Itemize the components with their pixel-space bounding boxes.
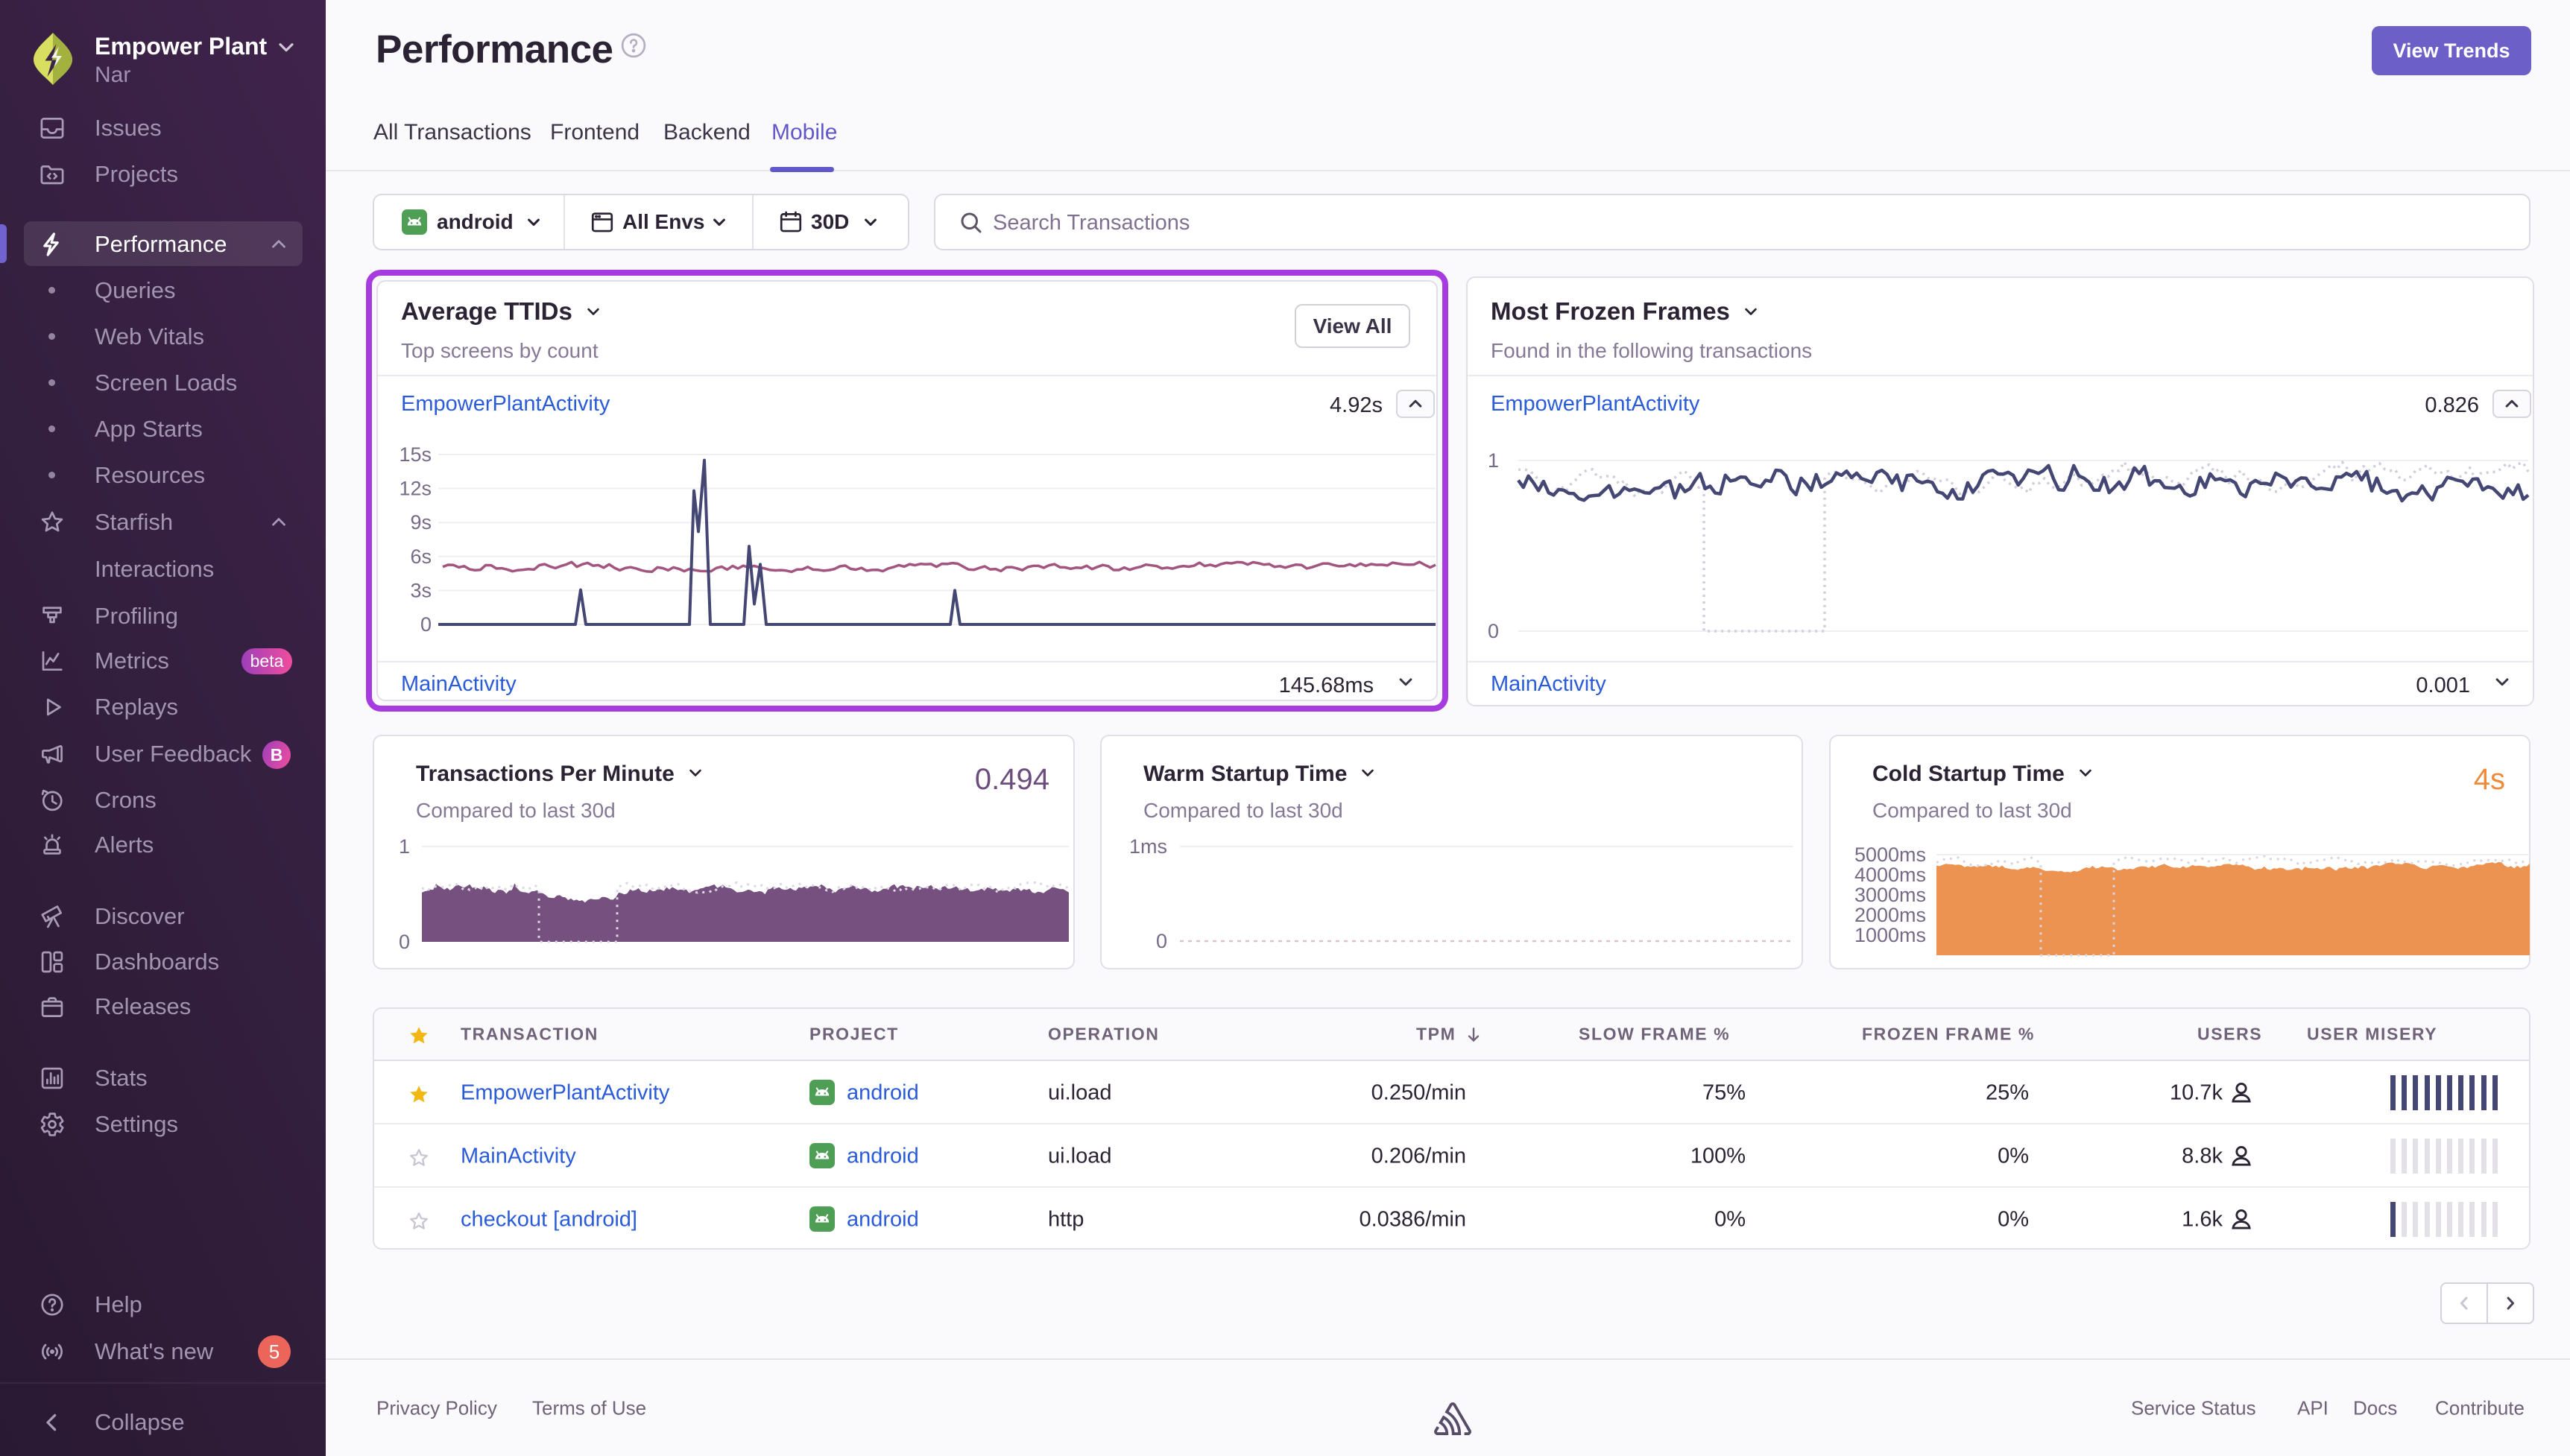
svg-text:3s: 3s bbox=[410, 579, 432, 601]
svg-text:1000ms: 1000ms bbox=[1854, 924, 1926, 946]
svg-text:2000ms: 2000ms bbox=[1854, 904, 1926, 926]
svg-text:3000ms: 3000ms bbox=[1854, 884, 1926, 906]
svg-text:1: 1 bbox=[1488, 449, 1499, 472]
svg-text:12s: 12s bbox=[399, 478, 432, 500]
svg-text:5000ms: 5000ms bbox=[1854, 843, 1926, 866]
svg-text:6s: 6s bbox=[410, 545, 432, 568]
svg-text:4000ms: 4000ms bbox=[1854, 864, 1926, 886]
svg-text:0: 0 bbox=[1156, 930, 1167, 952]
svg-text:9s: 9s bbox=[410, 511, 432, 534]
svg-text:15s: 15s bbox=[399, 443, 432, 466]
svg-text:0: 0 bbox=[420, 613, 432, 636]
svg-text:0: 0 bbox=[1488, 620, 1499, 642]
svg-text:1: 1 bbox=[399, 835, 410, 858]
svg-text:0: 0 bbox=[399, 931, 410, 953]
svg-text:1ms: 1ms bbox=[1129, 835, 1167, 858]
